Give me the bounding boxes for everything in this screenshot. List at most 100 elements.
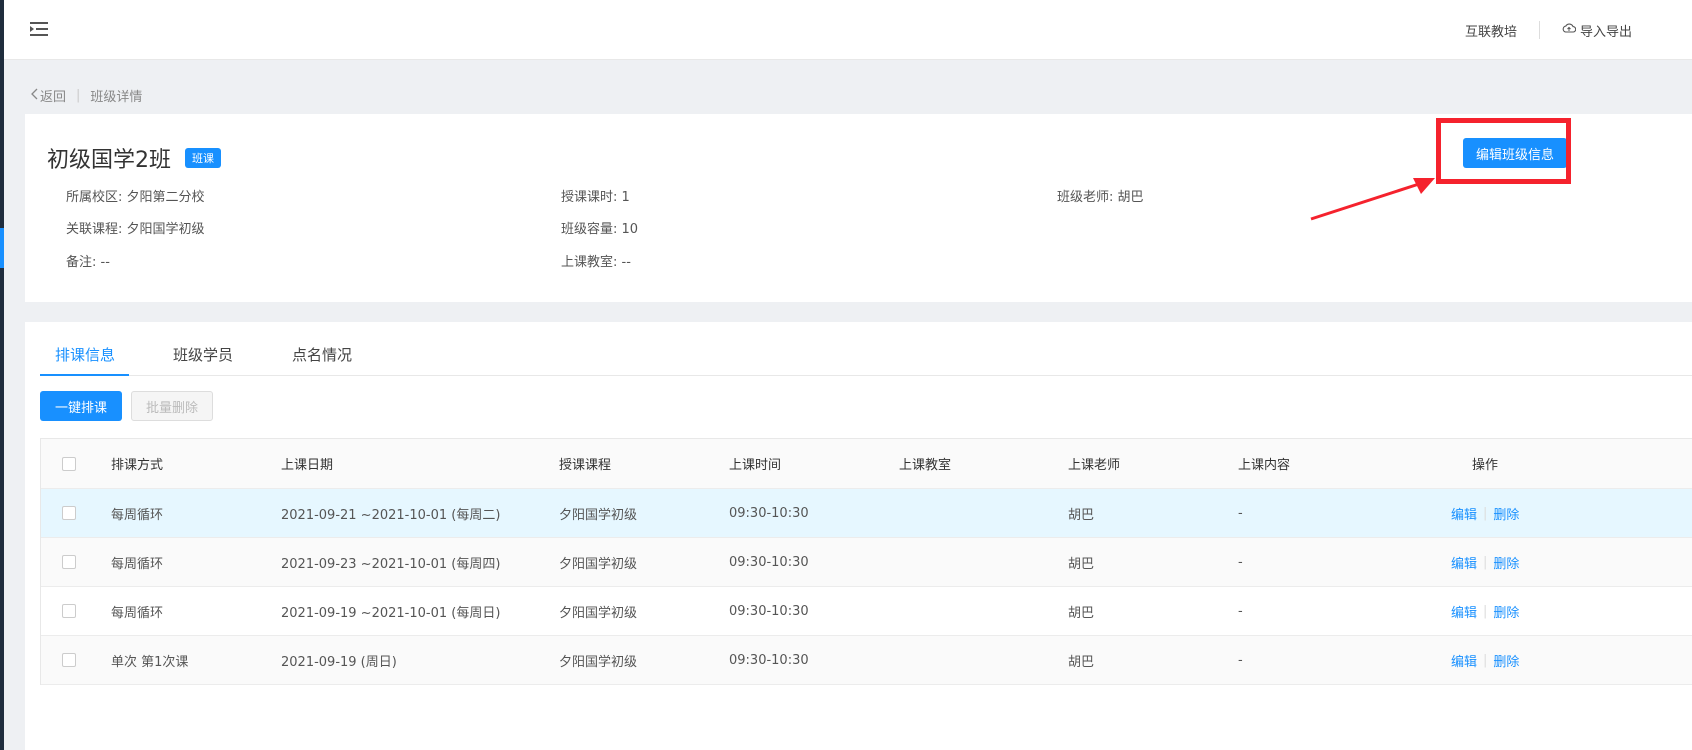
- back-label: 返回: [40, 90, 67, 105]
- info-value: 10: [621, 222, 639, 237]
- info-course: 关联课程: 夕阳国学初级: [66, 218, 205, 237]
- header-link-import-export[interactable]: 导入导出: [1562, 21, 1632, 40]
- row-checkbox-cell: [62, 489, 76, 537]
- header-link-label: 导入导出: [1579, 24, 1632, 40]
- batch-delete-button[interactable]: 批量删除: [131, 391, 213, 421]
- info-lesson-hours: 授课课时: 1: [561, 186, 630, 205]
- tab-active-indicator: [40, 374, 129, 376]
- info-label: 上课教室:: [561, 255, 618, 270]
- cell-date: 2021-09-21 ~2021-10-01 (每周二): [281, 507, 501, 523]
- edit-link[interactable]: 编辑: [1451, 504, 1477, 523]
- row-checkbox-cell: [62, 587, 76, 635]
- cell-content: -: [1238, 652, 1243, 668]
- tab-attendance[interactable]: 点名情况: [292, 344, 352, 365]
- tab-students[interactable]: 班级学员: [173, 344, 233, 365]
- left-nav-active-indicator: [0, 228, 4, 268]
- cell-content: -: [1238, 505, 1243, 521]
- info-label: 授课课时:: [561, 190, 618, 205]
- edit-link[interactable]: 编辑: [1451, 602, 1477, 621]
- info-teacher: 班级老师: 胡巴: [1057, 186, 1144, 205]
- cell-course: 夕阳国学初级: [559, 556, 638, 572]
- cell-mode: 每周循环: [111, 507, 164, 523]
- select-all-checkbox[interactable]: [62, 456, 76, 471]
- cell-actions: 编辑 | 删除: [1451, 489, 1519, 537]
- chevron-left-icon: [30, 88, 40, 104]
- table-row[interactable]: 每周循环 2021-09-23 ~2021-10-01 (每周四) 夕阳国学初级…: [41, 538, 1692, 587]
- delete-link[interactable]: 删除: [1493, 553, 1519, 572]
- info-classroom: 上课教室: --: [561, 251, 631, 270]
- info-label: 所属校区:: [66, 190, 123, 205]
- table-row[interactable]: 每周循环 2021-09-19 ~2021-10-01 (每周日) 夕阳国学初级…: [41, 587, 1692, 636]
- info-value: --: [100, 255, 110, 270]
- cell-course: 夕阳国学初级: [559, 654, 638, 670]
- cell-time: 09:30-10:30: [729, 554, 809, 570]
- class-type-badge: 班课: [185, 148, 221, 168]
- cell-actions: 编辑 | 删除: [1451, 636, 1519, 684]
- cell-teacher: 胡巴: [1068, 654, 1095, 670]
- class-title-group: 初级国学2班 班课: [47, 142, 221, 174]
- class-info-card: 初级国学2班 班课 所属校区: 夕阳第二分校 授课课时: 1 班级老师: 胡巴 …: [25, 114, 1692, 302]
- schedule-card: 排课信息 班级学员 点名情况 一键排课 批量删除 排课方式 上课日期 授课课程 …: [25, 322, 1692, 750]
- cell-course: 夕阳国学初级: [559, 605, 638, 621]
- back-button[interactable]: 返回: [30, 86, 66, 105]
- breadcrumb: 返回 | 班级详情: [30, 86, 142, 105]
- cell-time: 09:30-10:30: [729, 603, 809, 619]
- action-separator: |: [1483, 554, 1488, 570]
- breadcrumb-current: 班级详情: [90, 90, 143, 105]
- info-value: 夕阳国学初级: [126, 222, 205, 237]
- column-header: 上课老师: [1068, 458, 1121, 473]
- edit-link[interactable]: 编辑: [1451, 651, 1477, 670]
- info-value: 1: [621, 190, 630, 205]
- column-header: 操作: [1472, 458, 1499, 473]
- menu-fold-icon[interactable]: [28, 18, 50, 40]
- class-title: 初级国学2班: [47, 148, 171, 173]
- header-divider: [1538, 21, 1540, 39]
- column-header: 上课日期: [281, 458, 334, 473]
- cell-actions: 编辑 | 删除: [1451, 587, 1519, 635]
- column-header: 上课内容: [1238, 458, 1291, 473]
- row-checkbox-cell: [62, 538, 76, 586]
- header-link-label: 互联教培: [1464, 24, 1517, 40]
- cell-content: -: [1238, 603, 1243, 619]
- cell-mode: 每周循环: [111, 605, 164, 621]
- cell-mode: 每周循环: [111, 556, 164, 572]
- cell-time: 09:30-10:30: [729, 652, 809, 668]
- table-row[interactable]: 每周循环 2021-09-21 ~2021-10-01 (每周二) 夕阳国学初级…: [41, 489, 1692, 538]
- cell-actions: 编辑 | 删除: [1451, 538, 1519, 586]
- tab-schedule[interactable]: 排课信息: [55, 344, 115, 365]
- column-header: 授课课程: [559, 458, 612, 473]
- delete-link[interactable]: 删除: [1493, 602, 1519, 621]
- info-label: 关联课程:: [66, 222, 123, 237]
- row-checkbox[interactable]: [62, 506, 76, 520]
- annotation-arrow-icon: [1310, 178, 1435, 221]
- breadcrumb-separator: |: [76, 88, 81, 103]
- top-header: 互联教培 导入导出: [4, 0, 1692, 60]
- row-checkbox[interactable]: [62, 604, 76, 618]
- cell-mode: 单次 第1次课: [111, 654, 189, 670]
- left-nav-strip: [0, 0, 4, 750]
- header-link-hulian[interactable]: 互联教培: [1465, 21, 1517, 40]
- tab-bar: 排课信息 班级学员 点名情况: [40, 322, 1692, 376]
- header-actions: 互联教培 导入导出: [1465, 0, 1692, 60]
- action-separator: |: [1483, 505, 1488, 521]
- cell-teacher: 胡巴: [1068, 507, 1095, 523]
- info-value: --: [621, 255, 631, 270]
- info-capacity: 班级容量: 10: [561, 218, 638, 237]
- one-click-schedule-button[interactable]: 一键排课: [40, 391, 122, 421]
- row-checkbox[interactable]: [62, 555, 76, 569]
- delete-link[interactable]: 删除: [1493, 504, 1519, 523]
- cell-time: 09:30-10:30: [729, 505, 809, 521]
- edit-link[interactable]: 编辑: [1451, 553, 1477, 572]
- table-row[interactable]: 单次 第1次课 2021-09-19 (周日) 夕阳国学初级 09:30-10:…: [41, 636, 1692, 685]
- column-header: 上课时间: [729, 458, 782, 473]
- delete-link[interactable]: 删除: [1493, 651, 1519, 670]
- info-campus: 所属校区: 夕阳第二分校: [66, 186, 205, 205]
- schedule-table: 排课方式 上课日期 授课课程 上课时间 上课教室 上课老师 上课内容 操作 每周…: [40, 438, 1692, 685]
- info-label: 班级老师:: [1057, 190, 1114, 205]
- annotation-highlight-box: [1436, 118, 1571, 184]
- column-header: 上课教室: [899, 458, 952, 473]
- cell-teacher: 胡巴: [1068, 556, 1095, 572]
- info-label: 备注:: [66, 255, 97, 270]
- cell-course: 夕阳国学初级: [559, 507, 638, 523]
- row-checkbox[interactable]: [62, 653, 76, 667]
